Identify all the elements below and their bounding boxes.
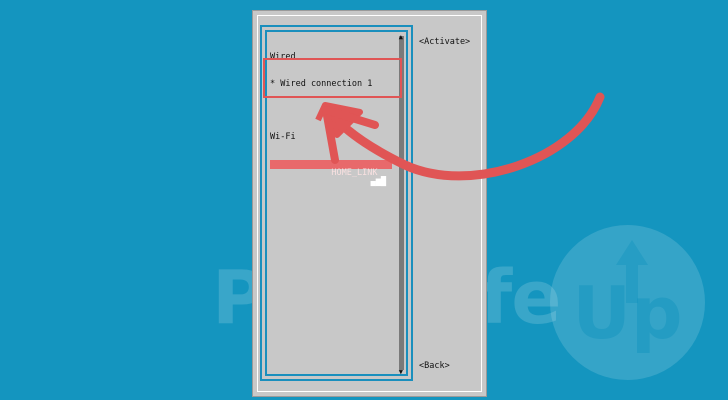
annotation-arrow — [315, 92, 605, 181]
curved-arrow-shaft — [330, 92, 605, 181]
